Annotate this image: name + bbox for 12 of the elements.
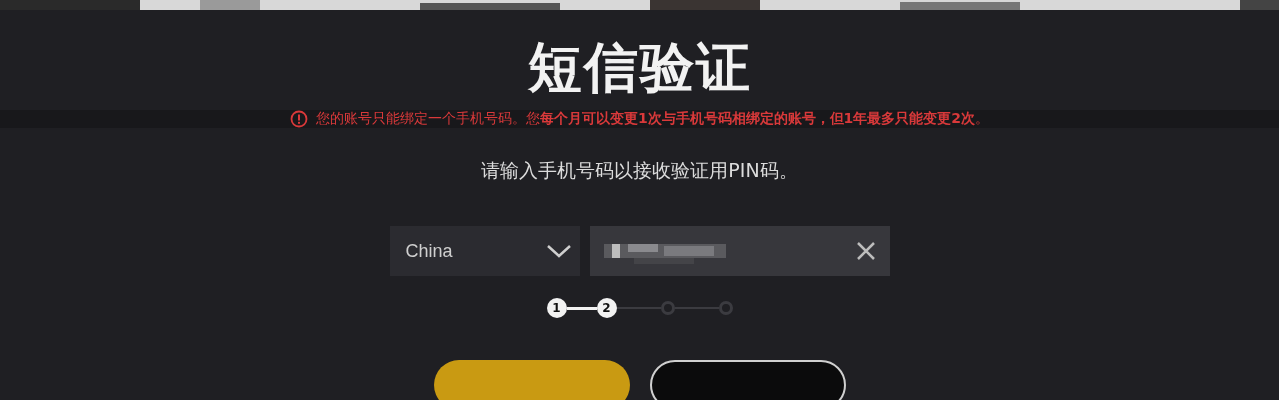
clear-icon[interactable] bbox=[855, 241, 876, 261]
step-indicator: 1 bbox=[546, 298, 567, 318]
instruction-text: 请输入手机号码以接收验证用PIN码。 bbox=[481, 158, 798, 183]
alert-icon bbox=[289, 110, 308, 128]
chevron-down-icon bbox=[545, 243, 572, 259]
secondary-button[interactable] bbox=[649, 360, 846, 400]
step-indicator: 2 bbox=[596, 298, 617, 318]
primary-button[interactable] bbox=[433, 360, 630, 400]
page-title: 短信验证 bbox=[527, 36, 752, 100]
country-select[interactable]: China bbox=[389, 226, 580, 276]
phone-field[interactable] bbox=[589, 226, 890, 276]
warning-text: 您的账号只能绑定一个手机号码。您每个月可以变更1次与手机号码相绑定的账号，但1年最多只能变更2次。 bbox=[315, 110, 990, 128]
